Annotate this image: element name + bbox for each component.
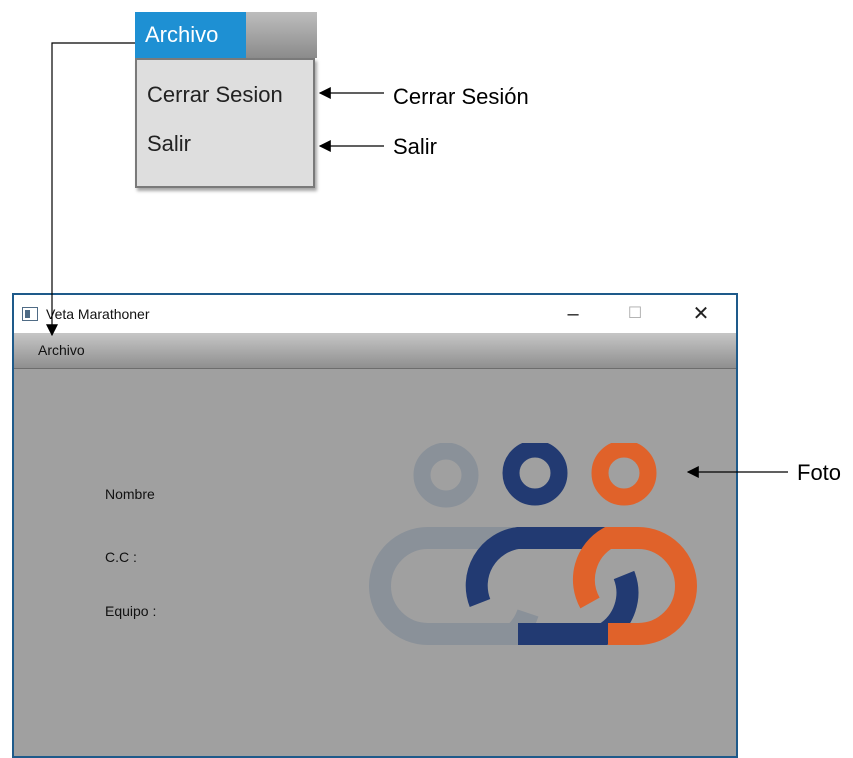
- zoomed-menu: Archivo Cerrar Sesion Salir: [135, 12, 317, 188]
- window-title: Veta Marathoner: [46, 306, 150, 322]
- callout-foto: Foto: [797, 460, 842, 485]
- label-cc: C.C :: [105, 549, 137, 565]
- menu-item-cerrar-sesion[interactable]: Cerrar Sesion: [147, 82, 283, 108]
- window-menubar: Archivo: [14, 333, 736, 369]
- logo-gray-head: [413, 443, 479, 508]
- menu-item-salir[interactable]: Salir: [147, 131, 191, 157]
- menu-archivo[interactable]: Archivo: [38, 342, 85, 358]
- minimize-button[interactable]: –: [550, 299, 596, 329]
- maximize-button[interactable]: ☐: [612, 299, 658, 329]
- label-nombre: Nombre: [105, 486, 155, 502]
- annotated-screenshot: Archivo Cerrar Sesion Salir Cerrar Sesió…: [0, 0, 853, 758]
- team-logo-icon: [369, 443, 697, 645]
- app-window: Veta Marathoner – ☐ ✕ Archivo Nombre C.C…: [12, 293, 738, 758]
- window-content: Nombre C.C : Equipo :: [14, 369, 736, 756]
- close-button[interactable]: ✕: [678, 299, 724, 329]
- callout-salir: Salir: [393, 134, 438, 159]
- label-equipo: Equipo :: [105, 603, 157, 619]
- zoomed-menu-archivo[interactable]: Archivo: [135, 12, 246, 58]
- window-titlebar[interactable]: Veta Marathoner – ☐ ✕: [14, 295, 736, 333]
- app-window-icon: [22, 307, 38, 321]
- callout-cerrar-sesion: Cerrar Sesión: [393, 84, 529, 109]
- logo-blue-head: [502, 443, 568, 506]
- logo-orange-head: [591, 443, 657, 506]
- connector-archivo: [46, 42, 135, 337]
- zoomed-dropdown: Cerrar Sesion Salir: [135, 58, 315, 188]
